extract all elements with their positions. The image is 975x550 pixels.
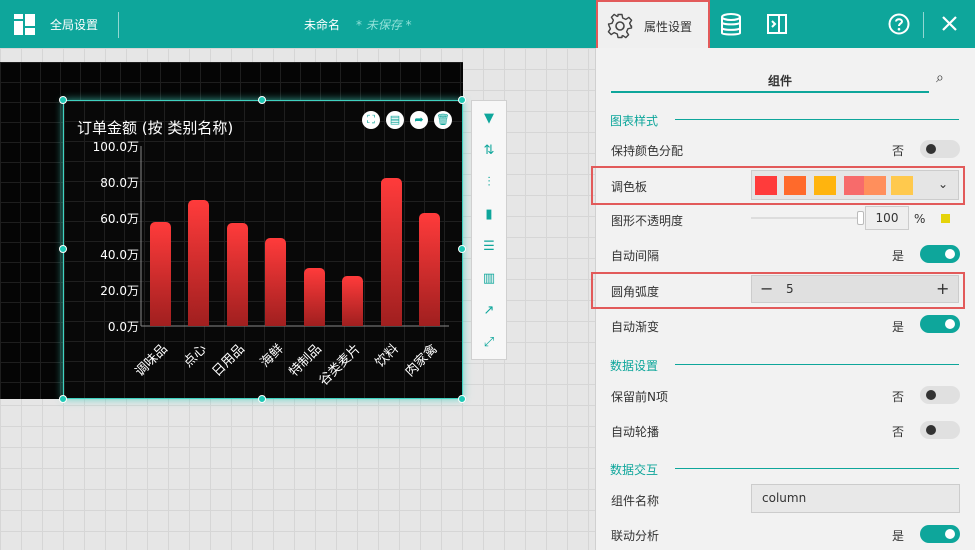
help-icon[interactable]	[888, 13, 910, 35]
bar[interactable]	[380, 178, 402, 326]
top-bar: 全局设置 未命名 * 未保存 *	[0, 0, 975, 48]
keep-color-value: 否	[892, 144, 905, 158]
palette-swatch-4	[844, 176, 866, 195]
opacity-input[interactable]: 100	[865, 206, 909, 230]
y-tick-label: 100.0万	[92, 140, 139, 154]
topbar-divider	[118, 12, 119, 38]
resize-handle-nw[interactable]	[59, 96, 67, 104]
component-name-label: 组件名称	[611, 494, 660, 508]
component-name-input[interactable]: column	[751, 484, 960, 513]
opacity-label: 图形不透明度	[611, 214, 684, 228]
auto-gradient-value: 是	[892, 320, 905, 334]
corner-radius-stepper[interactable]: − 5 +	[751, 275, 959, 303]
properties-panel: 组件 ⌕ 图表样式 保持颜色分配 否 调色板 ⌄ 图形不透明度 100 % 自动…	[591, 48, 975, 550]
auto-gap-value: 是	[892, 249, 905, 263]
section-divider	[675, 468, 959, 469]
close-icon[interactable]	[942, 16, 957, 31]
palette-swatch-2	[784, 176, 806, 195]
tab-underline-component	[611, 91, 929, 93]
sort-icon[interactable]: ⇅	[472, 143, 506, 158]
y-tick-label: 0.0万	[107, 320, 139, 334]
increment-button[interactable]: +	[936, 279, 949, 298]
opacity-color-indicator	[941, 214, 950, 223]
bar[interactable]	[188, 200, 210, 326]
auto-carousel-value: 否	[892, 425, 905, 439]
tab-attribute-settings[interactable]: 属性设置	[596, 0, 710, 54]
keep-color-toggle[interactable]	[920, 140, 960, 158]
linked-analysis-label: 联动分析	[611, 529, 660, 543]
auto-gradient-toggle[interactable]	[920, 315, 960, 333]
decrement-button[interactable]: −	[760, 279, 773, 298]
bar[interactable]	[419, 212, 441, 326]
opacity-slider-handle[interactable]	[857, 211, 864, 225]
palette-label: 调色板	[611, 180, 648, 194]
bar[interactable]	[303, 268, 325, 326]
section-chart-style: 图表样式	[610, 114, 659, 128]
document-title[interactable]: 未命名	[304, 16, 340, 33]
gear-icon	[607, 13, 633, 39]
resize-handle-w[interactable]	[59, 245, 67, 253]
palette-swatch-1	[755, 176, 777, 195]
database-icon[interactable]	[720, 13, 742, 37]
attribute-settings-label: 属性设置	[644, 20, 693, 34]
corner-radius-value[interactable]: 5	[786, 282, 794, 296]
auto-carousel-toggle[interactable]	[920, 421, 960, 439]
section-divider	[675, 364, 959, 365]
global-settings-button[interactable]: 全局设置	[50, 16, 98, 33]
resize-handle-n[interactable]	[258, 96, 266, 104]
bar-chart-icon[interactable]: ▮	[472, 207, 506, 222]
section-data-interaction: 数据交互	[610, 463, 659, 477]
corner-radius-label: 圆角弧度	[611, 285, 660, 299]
opacity-slider-track[interactable]	[751, 217, 859, 219]
resize-handle-se[interactable]	[458, 395, 466, 403]
linked-analysis-toggle[interactable]	[920, 525, 960, 543]
tab-component[interactable]: 组件	[768, 72, 792, 89]
topbar-divider-right	[923, 12, 924, 38]
resize-handle-ne[interactable]	[458, 96, 466, 104]
chart-analysis-icon[interactable]: ⫶	[472, 175, 506, 190]
y-tick-label: 40.0万	[100, 248, 139, 262]
bar[interactable]	[265, 237, 287, 326]
palette-select[interactable]: ⌄	[751, 170, 959, 200]
auto-gap-label: 自动间隔	[611, 249, 660, 263]
unsaved-status: * 未保存 *	[356, 18, 412, 32]
expand-icon[interactable]: ⤢	[472, 335, 506, 350]
trend-icon[interactable]: ↗	[472, 303, 506, 318]
palette-swatch-5	[864, 176, 886, 195]
filter-icon[interactable]: ▼	[472, 111, 506, 126]
chart-component[interactable]: 订单金额 (按 类别名称) ⛶ ▤ ➦ 🗑 0.0万 20.0万 40.0万 60.0…	[63, 100, 463, 399]
opacity-unit: %	[914, 212, 926, 226]
section-data-settings: 数据设置	[610, 359, 659, 373]
side-panel-icon[interactable]	[767, 14, 787, 34]
section-divider	[675, 119, 959, 120]
column-stats-icon[interactable]: ▥	[472, 271, 506, 286]
keep-color-label: 保持颜色分配	[611, 144, 684, 158]
chevron-down-icon[interactable]: ⌄	[938, 177, 948, 191]
auto-carousel-label: 自动轮播	[611, 425, 660, 439]
palette-swatch-6	[891, 176, 913, 195]
table-icon[interactable]: ☰	[472, 239, 506, 254]
bar[interactable]	[342, 275, 364, 326]
auto-gradient-label: 自动渐变	[611, 320, 660, 334]
y-tick-label: 20.0万	[100, 284, 139, 298]
chart-toolbar: ▼ ⇅ ⫶ ▮ ☰ ▥ ↗ ⤢	[471, 100, 507, 360]
keep-top-n-value: 否	[892, 390, 905, 404]
y-tick-label: 60.0万	[100, 212, 139, 226]
bar[interactable]	[149, 221, 171, 326]
search-icon[interactable]: ⌕	[936, 70, 944, 86]
linked-analysis-value: 是	[892, 529, 905, 543]
palette-swatch-3	[814, 176, 836, 195]
dashboard-icon[interactable]	[14, 14, 35, 35]
resize-handle-s[interactable]	[258, 395, 266, 403]
resize-handle-sw[interactable]	[59, 395, 67, 403]
resize-handle-e[interactable]	[458, 245, 466, 253]
bar[interactable]	[226, 223, 248, 326]
y-tick-label: 80.0万	[100, 176, 139, 190]
keep-top-n-toggle[interactable]	[920, 386, 960, 404]
auto-gap-toggle[interactable]	[920, 245, 960, 263]
keep-top-n-label: 保留前N项	[611, 390, 668, 404]
